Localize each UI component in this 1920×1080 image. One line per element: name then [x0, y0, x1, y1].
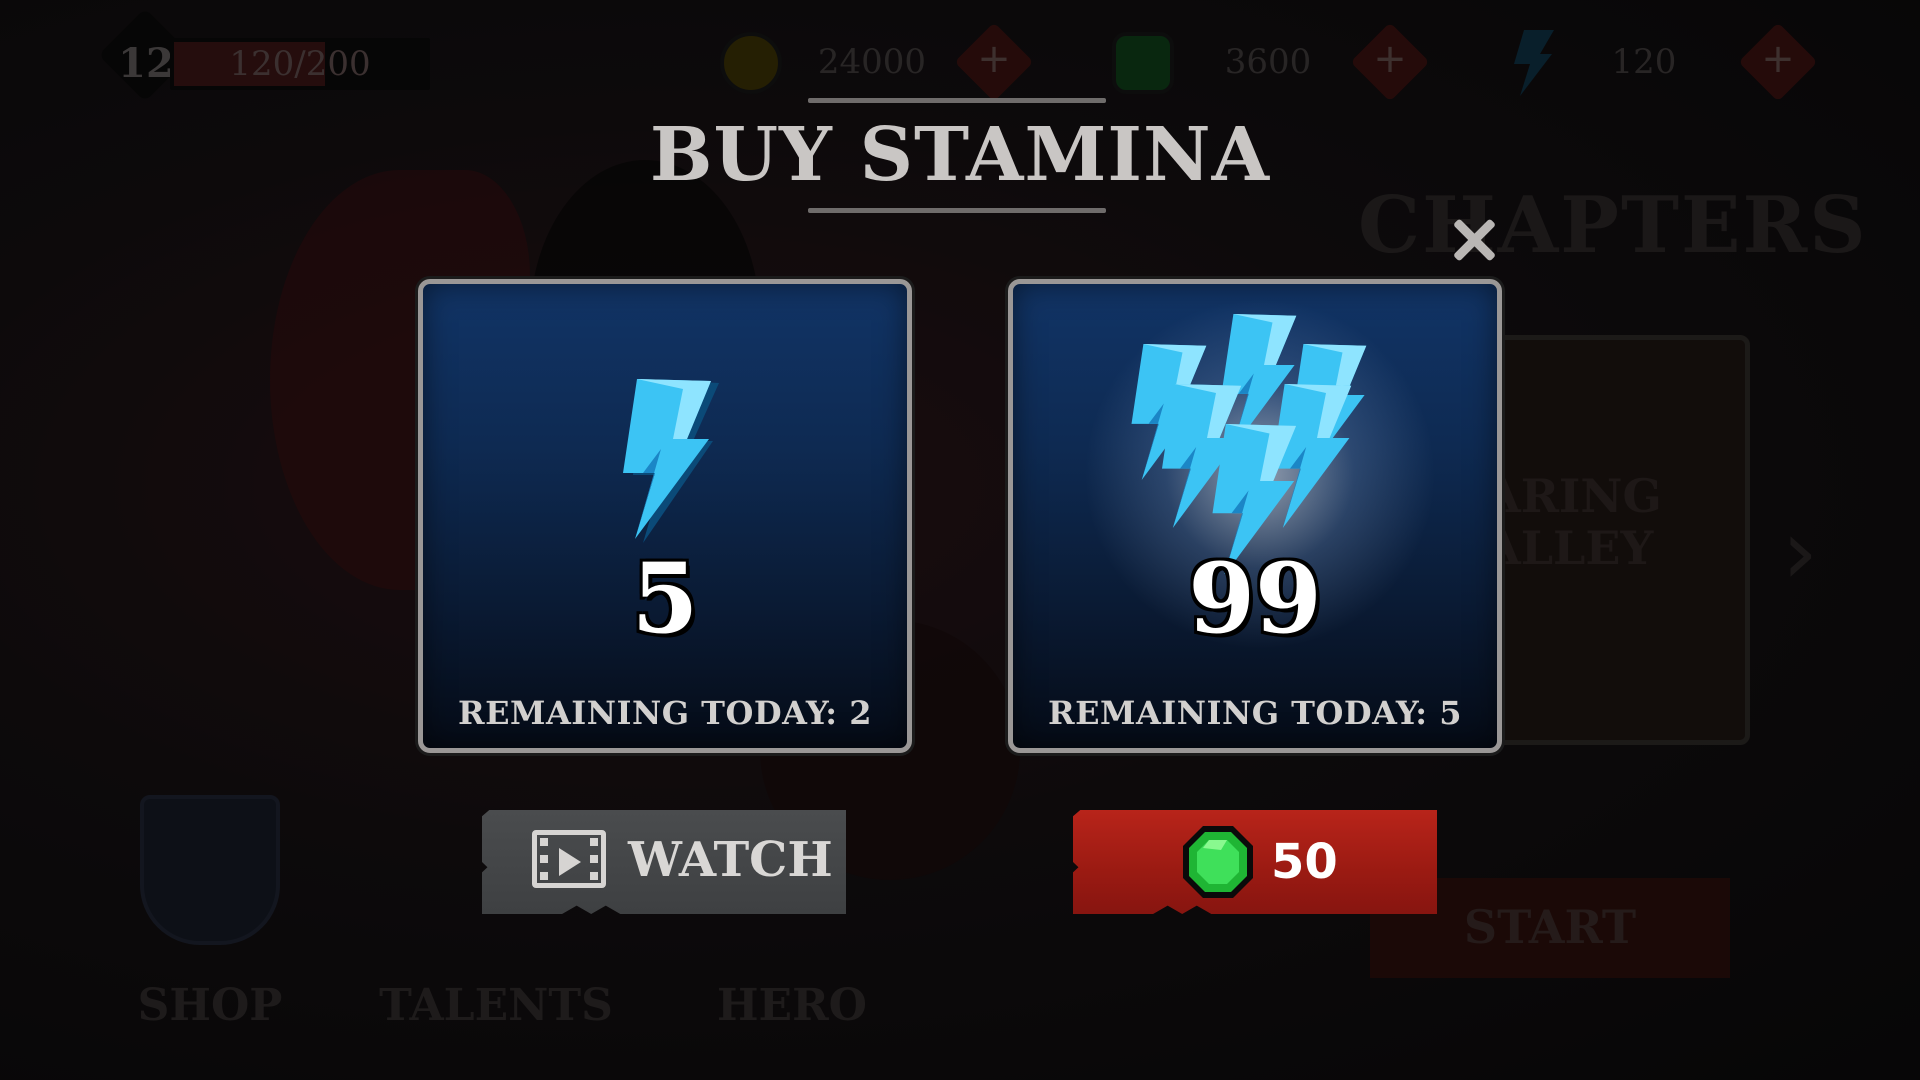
stamina-bolt-pile-icon [1131, 314, 1367, 574]
offer-amount: 99 [1188, 542, 1322, 655]
offer-remaining: REMAINING TODAY: 2 [458, 694, 872, 732]
title-divider-top [808, 98, 1106, 103]
buy-with-gems-button[interactable]: 50 [1073, 810, 1437, 914]
close-button[interactable] [1446, 212, 1502, 268]
video-film-icon [532, 830, 606, 888]
green-gem-icon [1183, 826, 1253, 898]
offer-amount: 5 [631, 542, 699, 655]
stamina-bolt-icon [623, 379, 719, 543]
offer-card-small[interactable]: 5 REMAINING TODAY: 2 [418, 279, 912, 753]
modal-title: BUY STAMINA [649, 112, 1271, 198]
offer-remaining: REMAINING TODAY: 5 [1048, 694, 1462, 732]
watch-label: WATCH [628, 832, 833, 888]
gem-price: 50 [1271, 834, 1338, 890]
watch-ad-button[interactable]: WATCH [482, 810, 846, 914]
title-divider-bottom [808, 208, 1106, 213]
offer-card-large[interactable]: 99 REMAINING TODAY: 5 [1008, 279, 1502, 753]
